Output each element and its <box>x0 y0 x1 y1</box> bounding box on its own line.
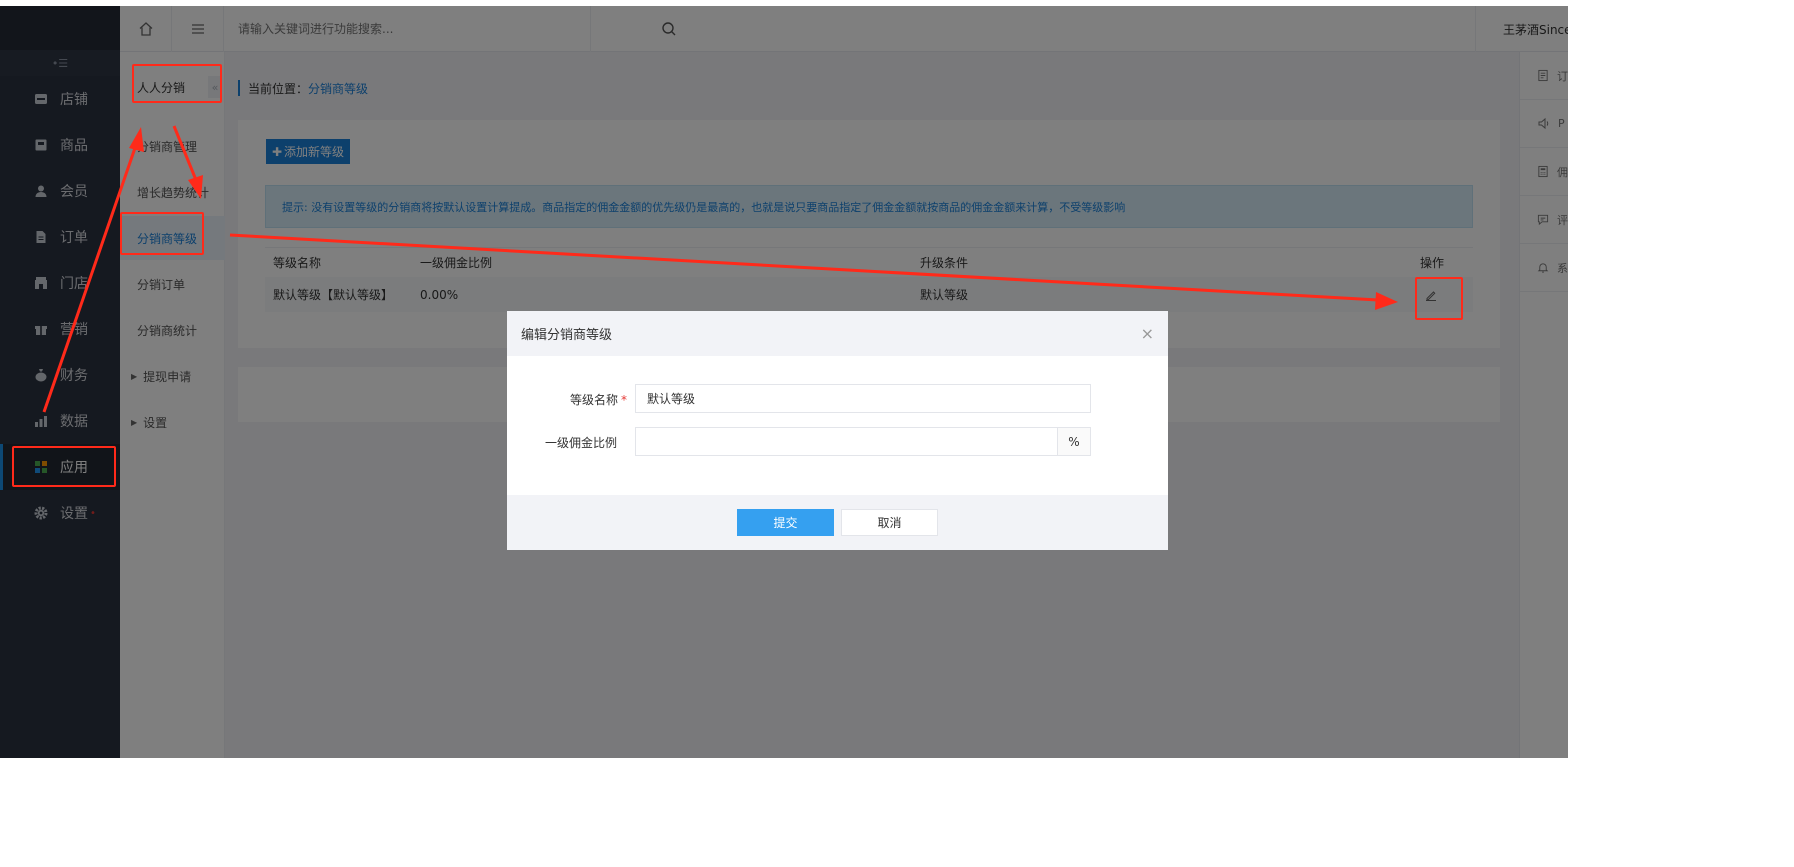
level-name-label-text: 等级名称 <box>569 393 618 407</box>
edit-level-modal: 编辑分销商等级 × 等级名称* 一级佣金比例 % 提交 取消 <box>507 311 1168 550</box>
close-icon[interactable]: × <box>1141 324 1154 343</box>
required-mark: * <box>621 393 627 407</box>
modal-footer: 提交 取消 <box>507 495 1168 550</box>
cancel-button[interactable]: 取消 <box>841 509 938 536</box>
percent-addon: % <box>1058 427 1091 456</box>
top-strip <box>0 0 1568 6</box>
level-name-label: 等级名称 * <box>517 391 627 408</box>
app-window: •☰ 店铺 商品 会员 订单 门店 营销 财务 <box>0 0 1568 758</box>
modal-title: 编辑分销商等级 <box>521 328 613 343</box>
level-name-input[interactable] <box>635 384 1091 413</box>
commission-rate-input[interactable] <box>635 427 1058 456</box>
modal-header: 编辑分销商等级 × <box>507 311 1168 356</box>
commission-rate-label: 一级佣金比例 <box>544 436 617 450</box>
submit-button[interactable]: 提交 <box>737 509 834 536</box>
